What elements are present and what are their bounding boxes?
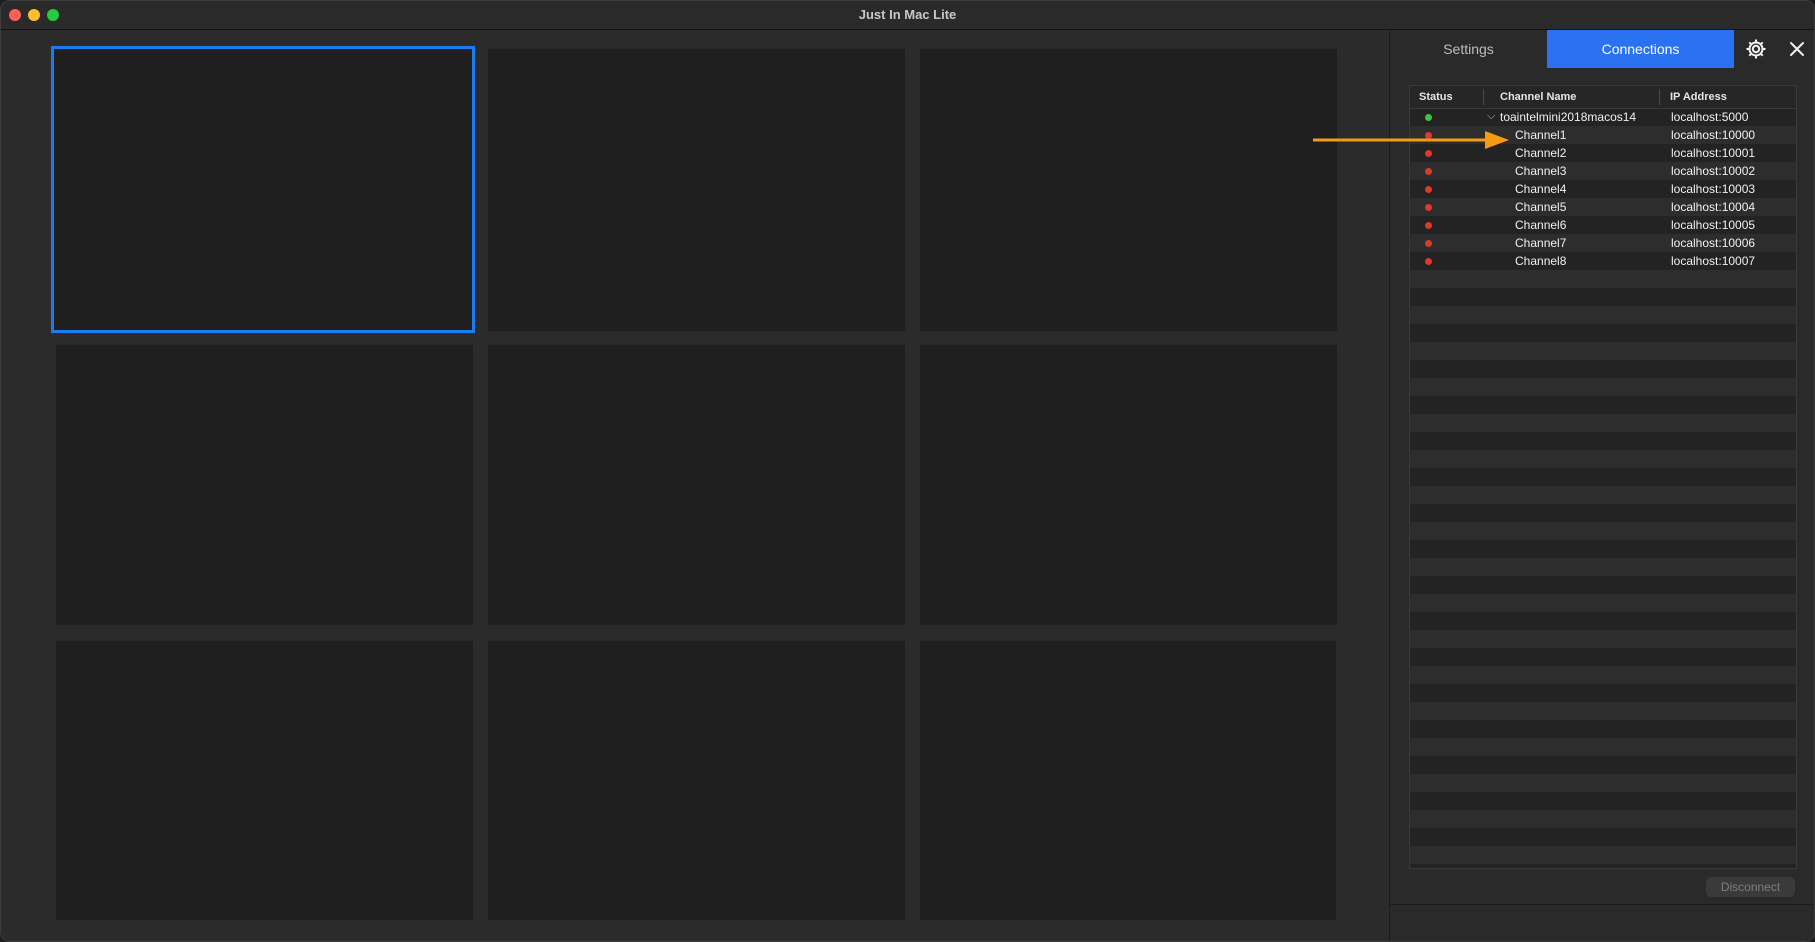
channel-name: Channel7 — [1515, 236, 1567, 250]
status-dot — [1425, 114, 1432, 121]
ip-address: localhost:10007 — [1671, 254, 1756, 268]
empty-row — [1410, 486, 1796, 504]
empty-row — [1410, 468, 1796, 486]
channel-name: Channel4 — [1515, 182, 1567, 196]
empty-row — [1410, 396, 1796, 414]
empty-row — [1410, 756, 1796, 774]
empty-row — [1410, 288, 1796, 306]
ip-address: localhost:10000 — [1671, 128, 1756, 142]
disconnect-button[interactable]: Disconnect — [1706, 877, 1795, 897]
empty-row — [1410, 558, 1796, 576]
channel-name: Channel5 — [1515, 200, 1567, 214]
empty-row — [1410, 594, 1796, 612]
table-header: Status Channel Name IP Address — [1410, 86, 1796, 109]
video-grid — [1, 30, 1389, 941]
window-title: Just In Mac Lite — [858, 7, 957, 22]
ip-address: localhost:5000 — [1671, 110, 1749, 124]
tab-connections[interactable]: Connections — [1547, 30, 1734, 68]
empty-row — [1410, 342, 1796, 360]
ip-address: localhost:10006 — [1671, 236, 1756, 250]
channel-name: Channel2 — [1515, 146, 1567, 160]
empty-row — [1410, 432, 1796, 450]
video-cell-3[interactable] — [920, 49, 1337, 331]
ip-address: localhost:10001 — [1671, 146, 1756, 160]
status-dot — [1425, 186, 1432, 193]
status-dot — [1425, 150, 1432, 157]
empty-row — [1410, 540, 1796, 558]
empty-row — [1410, 738, 1796, 756]
channel-name: Channel8 — [1515, 254, 1567, 268]
channel-row[interactable]: Channel6 localhost:10005 — [1410, 216, 1796, 234]
channel-row[interactable]: Channel7 localhost:10006 — [1410, 234, 1796, 252]
empty-row — [1410, 414, 1796, 432]
empty-row — [1410, 360, 1796, 378]
empty-row — [1410, 792, 1796, 810]
channel-name: Channel3 — [1515, 164, 1567, 178]
empty-row — [1410, 450, 1796, 468]
channel-row[interactable]: Channel3 localhost:10002 — [1410, 162, 1796, 180]
ip-address: localhost:10005 — [1671, 218, 1756, 232]
ip-address: localhost:10003 — [1671, 182, 1756, 196]
empty-row — [1410, 648, 1796, 666]
ip-address: localhost:10004 — [1671, 200, 1756, 214]
empty-row — [1410, 666, 1796, 684]
device-row[interactable]: ⌵ toaintelmini2018macos14 localhost:5000 — [1410, 108, 1796, 126]
status-dot — [1425, 222, 1432, 229]
empty-row — [1410, 720, 1796, 738]
status-dot — [1425, 204, 1432, 211]
empty-row — [1410, 630, 1796, 648]
channel-name: Channel1 — [1515, 128, 1567, 142]
gear-icon[interactable] — [1744, 37, 1768, 61]
empty-row — [1410, 270, 1796, 288]
status-dot — [1425, 168, 1432, 175]
header-channel-name[interactable]: Channel Name — [1500, 91, 1576, 103]
video-cell-2[interactable] — [488, 49, 905, 331]
channel-name: Channel6 — [1515, 218, 1567, 232]
empty-row — [1410, 828, 1796, 846]
video-cell-5[interactable] — [488, 345, 905, 625]
video-cell-8[interactable] — [488, 641, 905, 920]
video-cell-1[interactable] — [51, 46, 475, 333]
empty-row — [1410, 522, 1796, 540]
channel-row[interactable]: Channel8 localhost:10007 — [1410, 252, 1796, 270]
empty-row — [1410, 576, 1796, 594]
video-cell-6[interactable] — [920, 345, 1337, 625]
connections-table: Status Channel Name IP Address ⌵ toaintel… — [1409, 85, 1797, 869]
panel-footer-divider — [1389, 904, 1814, 905]
title-bar: Just In Mac Lite — [1, 1, 1814, 30]
close-icon[interactable] — [1787, 39, 1807, 59]
status-dot — [1425, 258, 1432, 265]
empty-row — [1410, 306, 1796, 324]
empty-row — [1410, 774, 1796, 792]
video-cell-9[interactable] — [920, 641, 1336, 920]
channel-name: toaintelmini2018macos14 — [1500, 110, 1637, 124]
status-dot — [1425, 240, 1432, 247]
ip-address: localhost:10002 — [1671, 164, 1756, 178]
channel-row[interactable]: Channel5 localhost:10004 — [1410, 198, 1796, 216]
video-cell-4[interactable] — [56, 345, 473, 625]
empty-row — [1410, 810, 1796, 828]
arrow-annotation — [1313, 131, 1509, 149]
empty-row — [1410, 846, 1796, 864]
empty-row — [1410, 684, 1796, 702]
side-panel: Settings Connections Status Channel Name — [1389, 30, 1814, 941]
video-cell-7[interactable] — [56, 641, 473, 920]
empty-row — [1410, 378, 1796, 396]
empty-row — [1410, 612, 1796, 630]
empty-row — [1410, 324, 1796, 342]
header-ip-address[interactable]: IP Address — [1670, 91, 1727, 103]
app-window: Just In Mac Lite Settings Connections St… — [0, 0, 1815, 942]
chevron-down-icon[interactable]: ⌵ — [1487, 107, 1495, 125]
tab-settings[interactable]: Settings — [1390, 30, 1547, 68]
header-status[interactable]: Status — [1419, 91, 1453, 103]
table-body: ⌵ toaintelmini2018macos14 localhost:5000 Ch… — [1410, 108, 1796, 864]
channel-row[interactable]: Channel4 localhost:10003 — [1410, 180, 1796, 198]
header-divider — [1659, 89, 1660, 105]
header-divider — [1483, 89, 1484, 105]
empty-row — [1410, 504, 1796, 522]
empty-row — [1410, 702, 1796, 720]
